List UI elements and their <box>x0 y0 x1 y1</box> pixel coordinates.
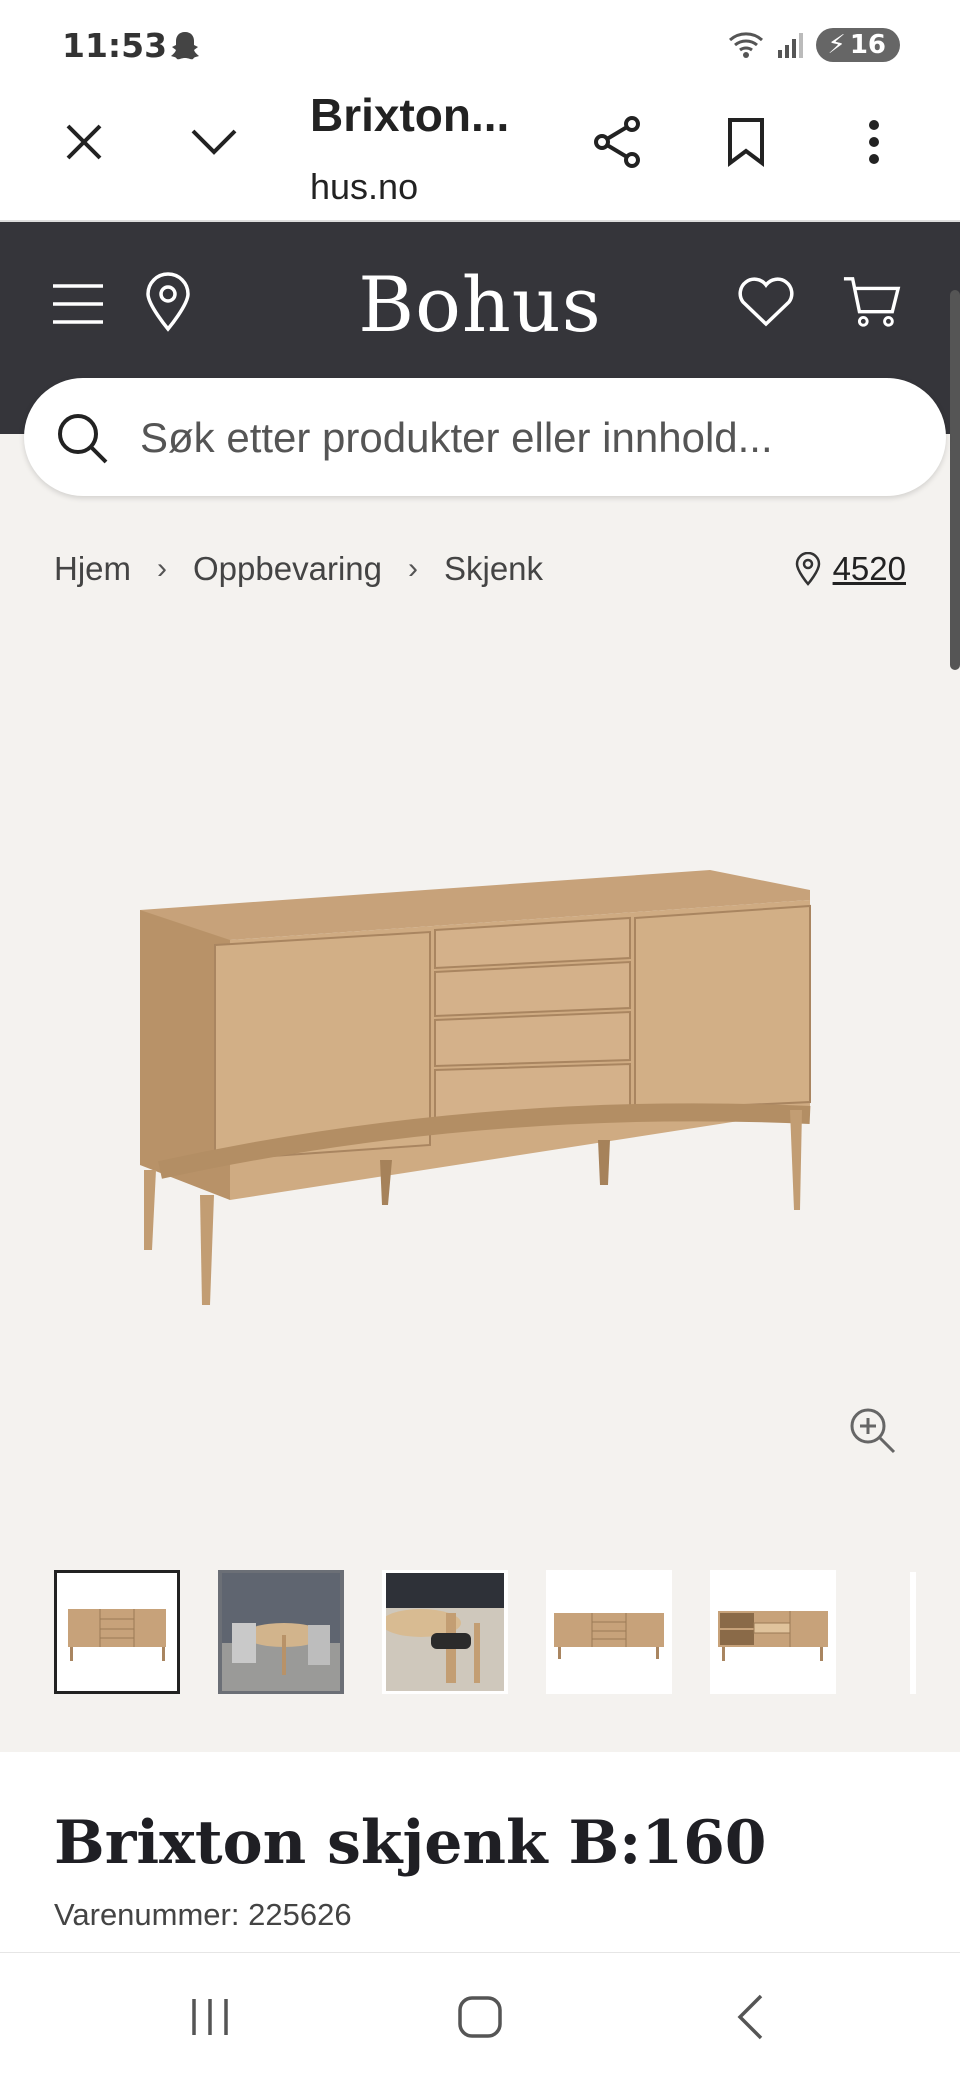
system-navigation-bar <box>0 1952 960 2080</box>
bookmark-icon <box>728 118 764 167</box>
battery-level: 16 <box>849 30 886 60</box>
recent-apps-icon <box>192 1999 228 2035</box>
back-icon <box>737 1994 763 2040</box>
thumbnail-image <box>222 1573 340 1691</box>
page-domain: hus.no <box>310 166 419 207</box>
home-icon <box>458 1996 502 2038</box>
bookmark-button[interactable] <box>716 112 776 172</box>
thumbnail-image <box>386 1573 504 1691</box>
product-image[interactable] <box>130 840 830 1320</box>
share-button[interactable] <box>588 112 648 172</box>
page-title: Brixton... <box>310 89 510 141</box>
site-logo[interactable]: Bohus <box>0 260 960 349</box>
breadcrumb-subcategory[interactable]: Skjenk <box>444 550 543 588</box>
shopping-cart-icon <box>843 277 901 327</box>
thumbnail-6-partial[interactable] <box>910 1572 916 1694</box>
chevron-right-icon: › <box>157 552 168 585</box>
more-vertical-icon <box>869 120 879 164</box>
breadcrumb-home[interactable]: Hjem <box>54 550 131 588</box>
thumbnail-4[interactable] <box>546 1570 672 1694</box>
status-time: 11:53 <box>62 26 168 65</box>
thumbnail-1[interactable] <box>54 1570 180 1694</box>
collapse-button[interactable] <box>184 112 244 172</box>
breadcrumb: Hjem › Oppbevaring › Skjenk <box>54 550 543 588</box>
product-title: Brixton skjenk B:160 <box>54 1808 767 1878</box>
chevron-right-icon: › <box>407 552 418 585</box>
thumbnail-image <box>68 1609 166 1661</box>
search-input[interactable]: Søk etter produkter eller innhold... <box>24 378 946 496</box>
status-bar: 11:53 ⚡ 16 <box>0 0 960 80</box>
sku-label: Varenummer: <box>54 1897 240 1932</box>
thumbnail-image <box>554 1613 664 1659</box>
sku-value: 225626 <box>248 1897 352 1932</box>
selected-store-link[interactable]: 4520 <box>795 550 906 588</box>
charging-icon: ⚡ <box>827 30 846 60</box>
heart-icon <box>738 277 794 327</box>
product-sku: Varenummer: 225626 <box>54 1897 352 1933</box>
wishlist-button[interactable] <box>736 272 796 332</box>
thumbnail-5[interactable] <box>710 1570 836 1694</box>
share-icon <box>594 116 640 168</box>
search-icon <box>58 414 108 464</box>
thumbnail-image <box>718 1611 828 1661</box>
close-icon <box>66 124 102 160</box>
store-number: 4520 <box>832 550 906 587</box>
location-pin-icon <box>795 552 820 586</box>
thumbnail-strip <box>54 1570 836 1694</box>
zoom-in-icon <box>850 1408 896 1454</box>
scrollbar[interactable] <box>950 290 960 670</box>
back-button[interactable] <box>720 1989 780 2045</box>
wifi-icon <box>728 32 763 58</box>
cart-button[interactable] <box>842 272 902 332</box>
snapchat-icon <box>171 32 199 60</box>
thumbnail-2[interactable] <box>218 1570 344 1694</box>
signal-icon <box>777 33 803 58</box>
battery-indicator: ⚡ 16 <box>815 28 900 62</box>
status-icons: ⚡ 16 <box>726 28 900 62</box>
breadcrumb-category[interactable]: Oppbevaring <box>193 550 382 588</box>
close-tab-button[interactable] <box>54 112 114 172</box>
browser-toolbar: Brixton... hus.no <box>0 80 960 222</box>
recent-apps-button[interactable] <box>180 1989 240 2045</box>
zoom-button[interactable] <box>848 1406 898 1461</box>
search-placeholder: Søk etter produkter eller innhold... <box>140 414 773 461</box>
thumbnail-3[interactable] <box>382 1570 508 1694</box>
home-button[interactable] <box>450 1989 510 2045</box>
more-menu-button[interactable] <box>844 112 904 172</box>
chevron-down-icon <box>191 129 237 155</box>
